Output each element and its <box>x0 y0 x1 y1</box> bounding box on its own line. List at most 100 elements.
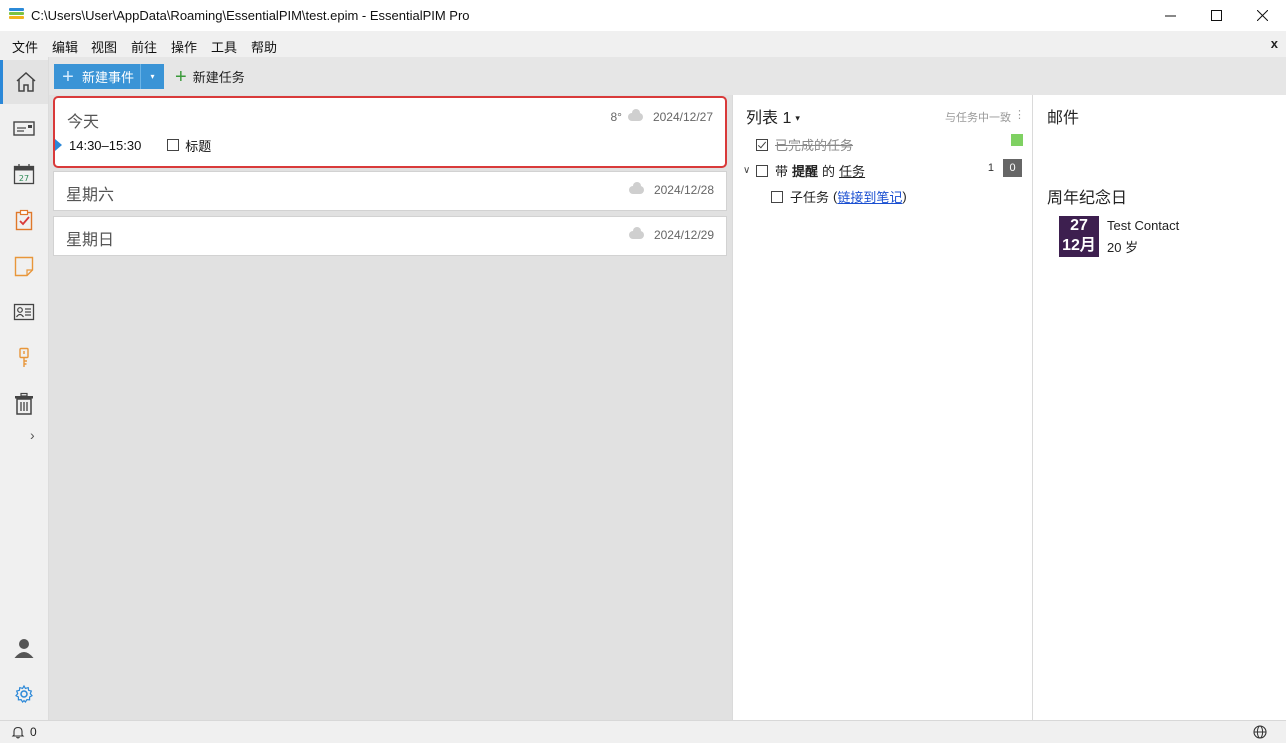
more-options-icon[interactable]: ⋮ <box>1014 108 1025 121</box>
user-icon <box>14 639 34 658</box>
title-bar: C:\Users\User\AppData\Roaming\EssentialP… <box>0 0 1286 31</box>
nav-mail[interactable] <box>0 106 48 150</box>
day-card-today[interactable]: 今天 8° 2024/12/27 14:30–15:30 标题 <box>53 96 727 168</box>
close-button[interactable] <box>1239 0 1285 31</box>
anniversary-age: 20 岁 <box>1107 240 1139 255</box>
day-weather: 8° 2024/12/27 <box>610 109 713 124</box>
menu-view[interactable]: 视图 <box>91 37 117 56</box>
gear-icon <box>15 684 33 703</box>
task-panel: 列表 1 ▾ 与任务中一致 ⋮ 已完成的任务 ∨ 带 提醒 的 任务 1 0 子任… <box>732 95 1033 720</box>
subtask-note-link[interactable]: 链接到笔记 <box>837 187 902 206</box>
app-logo-icon <box>9 8 24 22</box>
task-checkbox[interactable] <box>756 164 768 177</box>
new-event-label: 新建事件 <box>82 70 135 85</box>
nav-tasks[interactable] <box>0 198 48 242</box>
anniversary-section-title: 周年纪念日 <box>1047 190 1128 207</box>
maximize-button[interactable] <box>1193 0 1239 31</box>
note-icon <box>14 256 34 277</box>
menu-goto[interactable]: 前往 <box>131 37 157 56</box>
task-list-title: 列表 1 <box>746 110 792 127</box>
cloud-icon <box>627 109 643 121</box>
cloud-icon <box>628 182 644 194</box>
temperature: 8° <box>610 110 622 124</box>
minimize-icon <box>1164 15 1176 17</box>
svg-text:27: 27 <box>19 174 29 183</box>
event-checkbox[interactable] <box>167 139 180 151</box>
task-count: 1 <box>987 162 994 174</box>
completed-tasks-row[interactable]: 已完成的任务 <box>756 135 853 154</box>
event-title[interactable]: 标题 <box>185 136 211 155</box>
completed-flag-icon <box>1011 134 1023 146</box>
menu-file[interactable]: 文件 <box>12 37 38 56</box>
plus-icon: + <box>175 65 187 88</box>
nav-settings[interactable] <box>0 672 48 716</box>
menu-edit[interactable]: 编辑 <box>52 37 78 56</box>
task-list-selector[interactable]: 列表 1 ▾ <box>746 104 800 128</box>
event-time: 14:30–15:30 <box>69 137 142 153</box>
notifications-button[interactable]: 0 <box>11 725 37 739</box>
nav-passwords[interactable] <box>0 336 48 380</box>
new-event-dropdown[interactable]: ▾ <box>140 64 164 89</box>
day-title: 星期六 <box>66 187 115 204</box>
left-nav: 27 › <box>0 57 49 720</box>
new-task-label: 新建任务 <box>192 70 245 85</box>
day-title: 星期日 <box>66 232 115 249</box>
toolbar: + 新建事件 ▾ + 新建任务 <box>49 57 1286 95</box>
anniversary-date-badge: 27 12月 <box>1059 216 1099 257</box>
event-row[interactable]: 14:30–15:30 标题 <box>55 136 211 154</box>
anniversary-month: 12月 <box>1062 237 1096 254</box>
nav-today[interactable] <box>0 60 48 104</box>
completed-tasks-label: 已完成的任务 <box>775 138 854 153</box>
clipboard-check-icon <box>15 209 33 231</box>
plus-icon: + <box>62 65 74 88</box>
day-card-saturday[interactable]: 星期六 2024/12/28 <box>53 171 727 211</box>
menu-close-button[interactable]: x <box>1271 36 1278 51</box>
menu-tools[interactable]: 工具 <box>211 37 237 56</box>
anniversary-contact-name[interactable]: Test Contact <box>1107 218 1179 233</box>
menu-actions[interactable]: 操作 <box>171 37 197 56</box>
nav-contacts[interactable] <box>0 290 48 334</box>
cloud-icon <box>628 227 644 239</box>
subtask-paren-close: ) <box>902 189 907 204</box>
nav-calendar[interactable]: 27 <box>0 152 48 196</box>
menu-help[interactable]: 帮助 <box>251 37 277 56</box>
menu-bar: 文件 编辑 视图 前往 操作 工具 帮助 x <box>0 31 1286 57</box>
anniversary-day: 27 <box>1070 217 1088 234</box>
new-task-button[interactable]: + 新建任务 <box>175 64 245 89</box>
new-event-button[interactable]: + 新建事件 ▾ <box>54 64 164 89</box>
globe-icon <box>1253 725 1267 739</box>
close-icon <box>1256 10 1268 21</box>
trash-icon <box>15 392 33 415</box>
event-marker-icon <box>55 139 62 151</box>
chevron-down-icon[interactable]: ∨ <box>743 165 755 176</box>
day-title: 今天 <box>67 114 100 131</box>
status-bar: 0 <box>0 720 1286 743</box>
day-card-sunday[interactable]: 星期日 2024/12/29 <box>53 216 727 256</box>
window-title: C:\Users\User\AppData\Roaming\EssentialP… <box>31 8 470 23</box>
mail-icon <box>13 121 35 136</box>
task-prefix: 带 <box>775 164 789 179</box>
nav-trash[interactable] <box>0 382 48 426</box>
maximize-icon <box>1210 10 1222 21</box>
globe-button[interactable] <box>1253 725 1267 742</box>
chevron-right-icon[interactable]: › <box>30 427 35 443</box>
home-icon <box>16 71 35 92</box>
nav-account[interactable] <box>0 626 48 670</box>
day-date: 2024/12/27 <box>652 110 713 124</box>
task-mid: 的 <box>822 164 836 179</box>
task-row[interactable]: ∨ 带 提醒 的 任务 <box>743 161 865 180</box>
chevron-down-icon: ▾ <box>795 113 800 124</box>
task-badge: 0 <box>1003 159 1022 177</box>
day-weather: 2024/12/28 <box>628 182 714 197</box>
right-panel: 邮件 周年纪念日 27 12月 Test Contact 20 岁 <box>1033 95 1286 720</box>
subtask-row[interactable]: 子任务 (链接到笔记) <box>771 187 907 206</box>
minimize-button[interactable] <box>1147 0 1193 31</box>
calendar-icon: 27 <box>13 164 35 185</box>
task-bold: 提醒 <box>792 164 819 179</box>
completed-checkbox[interactable] <box>756 138 768 151</box>
nav-notes[interactable] <box>0 244 48 288</box>
task-link[interactable]: 任务 <box>839 161 865 180</box>
contact-card-icon <box>13 303 35 321</box>
subtask-checkbox[interactable] <box>771 190 783 203</box>
day-panel: 今天 8° 2024/12/27 14:30–15:30 标题 星期六 2024… <box>49 95 732 720</box>
